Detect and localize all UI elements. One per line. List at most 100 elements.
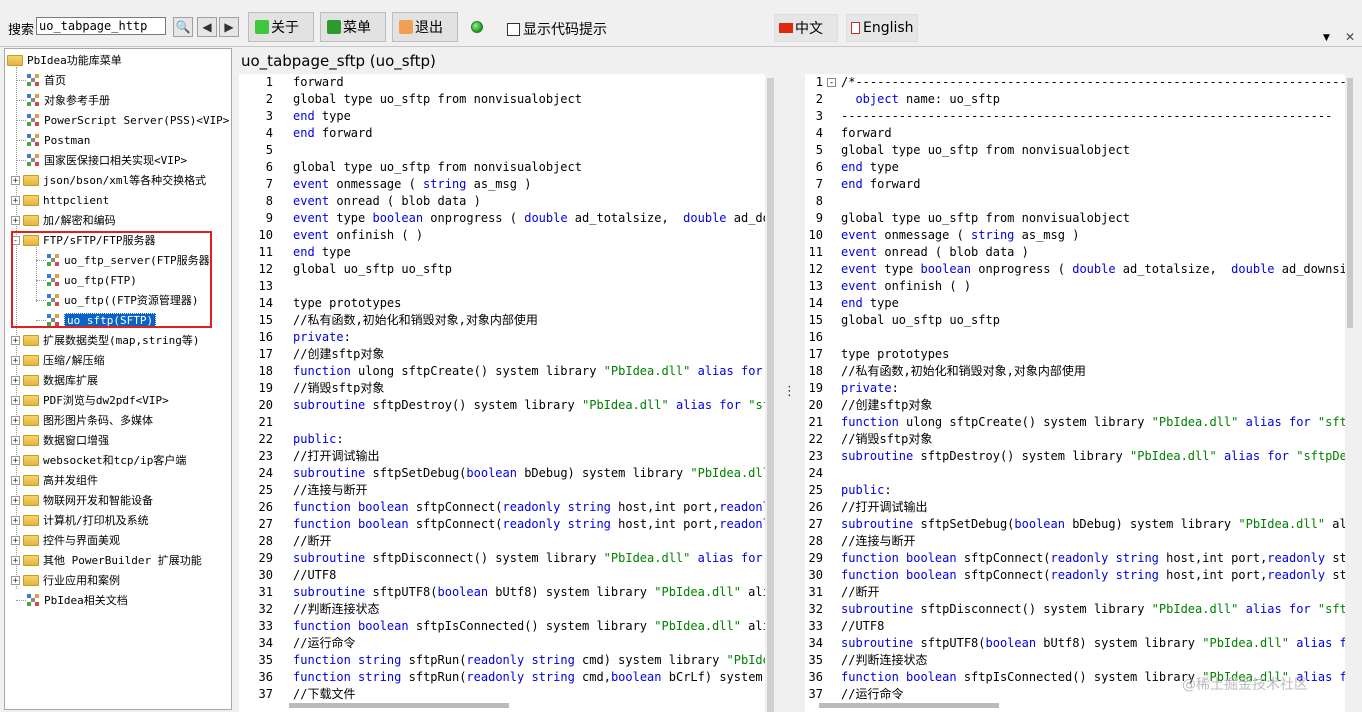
code-text: global type uo_sftp from nonvisualobject xyxy=(293,160,582,174)
code-text: subroutine sftpDisconnect() system libra… xyxy=(293,551,763,565)
h-scrollbar-left[interactable] xyxy=(289,703,509,708)
code-line: 26 function boolean sftpConnect(readonly … xyxy=(239,499,765,516)
expand-icon[interactable]: + xyxy=(11,395,20,405)
folder-icon xyxy=(23,334,39,346)
back-button[interactable]: ◀ xyxy=(197,17,217,37)
show-code-hint-label: 显示代码提示 xyxy=(523,22,607,38)
tree-folder-item[interactable]: + 数据窗口增强 xyxy=(11,430,109,450)
tree-folder-item[interactable]: + 图形图片条码、多媒体 xyxy=(11,410,153,430)
code-line: 10 event onmessage ( string as_msg ) xyxy=(805,227,1080,244)
code-line: 22 //销毁sftp对象 xyxy=(805,431,933,448)
expand-icon[interactable]: + xyxy=(11,575,20,585)
tree-item[interactable]: Postman xyxy=(27,130,90,150)
forward-button[interactable]: ▶ xyxy=(219,17,239,37)
code-text: //私有函数,初始化和销毁对象,对象内部使用 xyxy=(293,313,538,327)
tree-node-label: 国家医保接口相关实现<VIP> xyxy=(44,154,188,167)
tree-item[interactable]: 对象参考手册 xyxy=(27,90,110,110)
expand-icon[interactable]: + xyxy=(11,475,20,485)
expand-icon[interactable]: + xyxy=(11,435,20,445)
lang-en-button[interactable]: English xyxy=(846,14,918,42)
search-input[interactable] xyxy=(36,17,166,35)
code-line: 19 private: xyxy=(805,380,899,397)
line-number: 25 xyxy=(258,483,273,497)
tree-item[interactable]: PowerScript Server(PSS)<VIP> xyxy=(27,110,229,130)
expand-icon[interactable]: + xyxy=(11,495,20,505)
tree-folder-item[interactable]: + 控件与界面美观 xyxy=(11,530,120,550)
expand-icon[interactable]: + xyxy=(11,515,20,525)
code-text: /*--------------------------------------… xyxy=(841,75,1345,89)
h-scrollbar-right[interactable] xyxy=(819,703,999,708)
expand-icon[interactable]: + xyxy=(11,415,20,425)
tree-folder-item[interactable]: + 高并发组件 xyxy=(11,470,98,490)
line-number: 5 xyxy=(265,143,273,157)
pane-splitter[interactable]: ⋮ xyxy=(777,74,803,712)
show-code-hint-checkbox[interactable]: 显示代码提示 xyxy=(507,19,607,39)
tree-folder-item[interactable]: + httpclient xyxy=(11,190,109,210)
expand-icon[interactable]: + xyxy=(11,335,20,345)
tree-item[interactable]: 首页 xyxy=(27,70,66,90)
code-pane-left[interactable]: 1 forward 2 global type uo_sftp from nonvis… xyxy=(239,74,765,712)
tree-folder-item[interactable]: + 物联网开发和智能设备 xyxy=(11,490,153,510)
code-text: event onmessage ( string as_msg ) xyxy=(293,177,532,191)
line-number: 8 xyxy=(815,194,823,208)
code-text: type prototypes xyxy=(841,347,950,361)
code-line: 3 ---------------------------------------… xyxy=(805,108,1333,125)
code-text: //断开 xyxy=(293,534,332,548)
tree-node-label: 数据库扩展 xyxy=(43,374,98,387)
fold-icon[interactable]: - xyxy=(827,78,836,88)
expand-icon[interactable]: + xyxy=(11,455,20,465)
code-text: //连接与断开 xyxy=(293,483,368,497)
expand-icon[interactable]: + xyxy=(11,175,20,185)
document-icon xyxy=(851,22,860,34)
code-line: 34 subroutine sftpUTF8(boolean bUtf8) sys… xyxy=(805,635,1345,652)
lang-en-label: English xyxy=(863,20,914,36)
close-icon[interactable]: ✕ xyxy=(1345,30,1355,44)
tree-folder-item[interactable]: + 加/解密和编码 xyxy=(11,210,116,230)
tree-folder-item[interactable]: + 数据库扩展 xyxy=(11,370,98,390)
chevron-down-icon[interactable]: ▼ xyxy=(1323,33,1330,43)
tree-node-label: 其他 PowerBuilder 扩展功能 xyxy=(43,554,202,567)
code-text: function boolean sftpConnect(readonly st… xyxy=(293,517,765,531)
code-text: subroutine sftpSetDebug(boolean bDebug) … xyxy=(841,517,1345,531)
tree-folder-item[interactable]: + PDF浏览与dw2pdf<VIP> xyxy=(11,390,169,410)
scrollbar-left[interactable] xyxy=(767,78,774,712)
code-text: function ulong sftpCreate() system libra… xyxy=(293,364,763,378)
tree-item[interactable]: PbIdea相关文档 xyxy=(27,590,128,610)
tree-item[interactable]: 国家医保接口相关实现<VIP> xyxy=(27,150,187,170)
line-number: 31 xyxy=(258,585,273,599)
code-line: 4 end forward xyxy=(239,125,373,142)
line-number: 1 xyxy=(265,75,273,89)
tree-folder-item[interactable]: + 压缩/解压缩 xyxy=(11,350,105,370)
folder-icon xyxy=(23,514,39,526)
tree-folder-item[interactable]: + 其他 PowerBuilder 扩展功能 xyxy=(11,550,202,570)
about-button[interactable]: 关于 xyxy=(248,12,314,42)
menu-button[interactable]: 菜单 xyxy=(320,12,386,42)
code-line: 2 global type uo_sftp from nonvisualobjec… xyxy=(239,91,582,108)
expand-icon[interactable]: + xyxy=(11,355,20,365)
expand-icon[interactable]: + xyxy=(11,215,20,225)
tree-folder-item[interactable]: + 行业应用和案例 xyxy=(11,570,120,590)
tree-folder-item[interactable]: + websocket和tcp/ip客户端 xyxy=(11,450,186,470)
tree-root[interactable]: PbIdea功能库菜单 xyxy=(7,50,122,70)
lang-zh-button[interactable]: 中文 xyxy=(774,14,838,42)
expand-icon[interactable]: + xyxy=(11,555,20,565)
exit-button[interactable]: 退出 xyxy=(392,12,458,42)
expand-icon[interactable]: + xyxy=(11,535,20,545)
tree-folder-item[interactable]: + 计算机/打印机及系统 xyxy=(11,510,149,530)
line-number: 25 xyxy=(808,483,823,497)
line-number: 26 xyxy=(258,500,273,514)
tree-folder-item[interactable]: + 扩展数据类型(map,string等) xyxy=(11,330,199,350)
code-line: 17 //创建sftp对象 xyxy=(239,346,385,363)
code-pane-right[interactable]: 1 /*-------------------------------------… xyxy=(805,74,1345,712)
expand-icon[interactable]: + xyxy=(11,195,20,205)
code-text: //私有函数,初始化和销毁对象,对象内部使用 xyxy=(841,364,1086,378)
line-number: 6 xyxy=(265,160,273,174)
code-text: object name: uo_sftp xyxy=(855,92,1000,106)
tree-folder-item[interactable]: + json/bson/xml等各种交换格式 xyxy=(11,170,206,190)
scrollbar-right[interactable] xyxy=(1347,78,1353,328)
code-line: 30 function boolean sftpConnect(readonly … xyxy=(805,567,1345,584)
exit-label: 退出 xyxy=(415,20,443,36)
line-number: 4 xyxy=(265,126,273,140)
search-button[interactable]: 🔍 xyxy=(173,17,193,37)
expand-icon[interactable]: + xyxy=(11,375,20,385)
